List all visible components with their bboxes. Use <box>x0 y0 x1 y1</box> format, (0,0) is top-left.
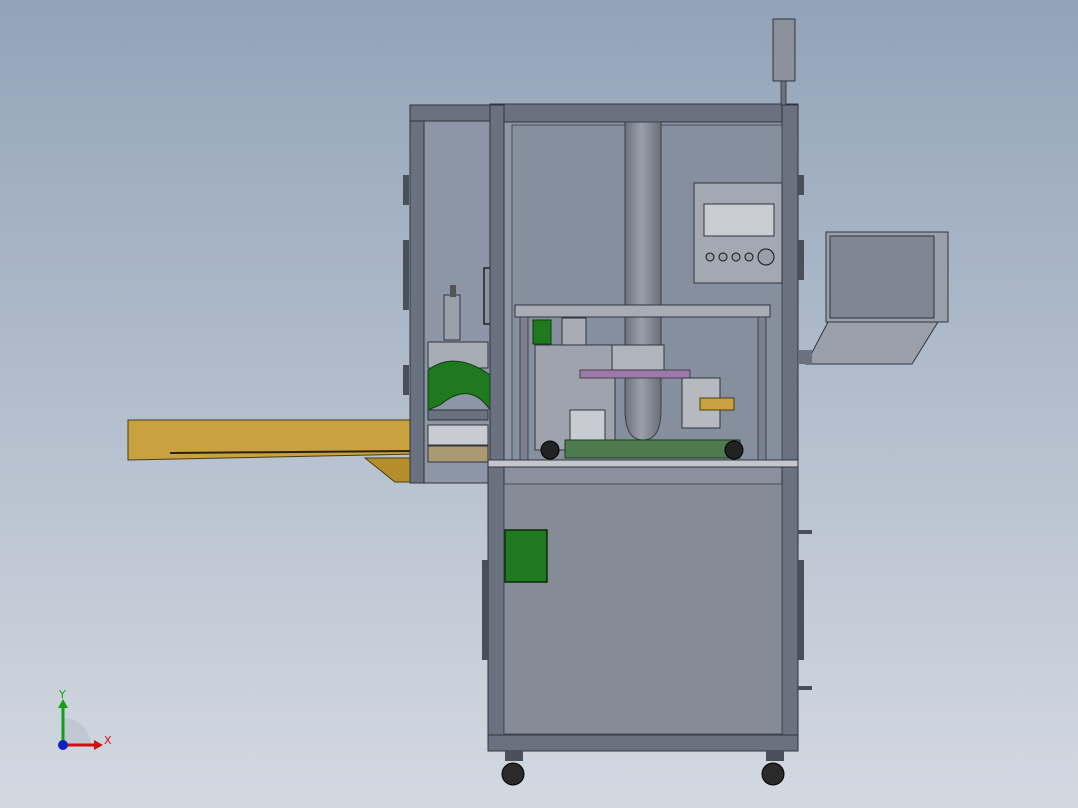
beacon-body <box>772 18 796 82</box>
left-actuator-cylinder <box>443 294 461 341</box>
upper-frame-right <box>781 104 799 466</box>
side-hinge-1 <box>798 175 804 195</box>
monitor-mount <box>798 350 812 364</box>
monitor-screen[interactable] <box>829 235 935 319</box>
upper-frame-left <box>489 104 505 466</box>
lower-frame-bottom <box>487 734 799 752</box>
hmi-button-4[interactable] <box>744 252 754 262</box>
caster-wheel-right <box>761 762 785 786</box>
cad-scene[interactable]: Y X <box>0 0 1078 808</box>
left-door-hinge-1 <box>403 175 409 205</box>
side-hinge-2 <box>798 240 804 280</box>
left-chamber[interactable] <box>403 104 491 484</box>
lower-latch-2 <box>798 686 812 690</box>
motor-body <box>561 317 587 347</box>
hmi-button-2[interactable] <box>718 252 728 262</box>
lower-frame-right <box>781 466 799 751</box>
left-chamber-frame-top <box>409 104 491 122</box>
upper-frame-top <box>489 103 799 123</box>
lower-hinge-right <box>798 560 804 660</box>
left-actuator-head <box>450 285 456 297</box>
conveyor-belt <box>127 419 416 461</box>
caster-mount-right <box>766 751 784 761</box>
motor-green <box>532 319 552 345</box>
clamp-left <box>569 409 606 441</box>
hmi-screen[interactable] <box>703 203 775 237</box>
hmi-button-1[interactable] <box>705 252 715 262</box>
caster-detail-right <box>724 440 744 460</box>
caster-detail-left <box>540 440 560 460</box>
hmi-knob[interactable] <box>757 248 775 266</box>
rotary-ring <box>579 369 691 379</box>
left-chamber-frame-left <box>409 104 425 484</box>
beacon-post <box>780 80 787 106</box>
left-base-block <box>427 409 489 421</box>
lower-door-panel <box>503 483 783 735</box>
fixture-gold-part <box>699 397 735 411</box>
caster-wheel-left <box>501 762 525 786</box>
gantry-beam <box>514 304 771 318</box>
deck-plate <box>487 459 799 468</box>
vertical-duct <box>624 121 662 378</box>
gantry-support-left <box>519 316 529 463</box>
z-axis-dot <box>58 740 68 750</box>
lower-hinge-left <box>482 560 488 660</box>
left-door-hinge-3 <box>403 365 409 395</box>
electrical-box-green[interactable] <box>504 529 548 583</box>
y-axis-label: Y <box>58 688 66 701</box>
left-door-hinge-2 <box>403 240 409 310</box>
lower-cabinet[interactable] <box>482 466 812 786</box>
x-axis-label: X <box>104 734 112 747</box>
hmi-button-3[interactable] <box>731 252 741 262</box>
duct-elbow <box>624 374 662 441</box>
main-upper-enclosure[interactable] <box>487 103 799 468</box>
lower-frame-left <box>487 466 505 751</box>
graphics-viewport[interactable]: Y X <box>0 0 1078 808</box>
work-table-green <box>564 439 741 459</box>
carriage-head <box>611 344 665 371</box>
lower-latch-1 <box>798 530 812 534</box>
gantry-support-right <box>757 316 767 463</box>
left-lower-plate <box>427 445 489 463</box>
left-base-fixture <box>427 424 489 446</box>
caster-mount-left <box>505 751 523 761</box>
